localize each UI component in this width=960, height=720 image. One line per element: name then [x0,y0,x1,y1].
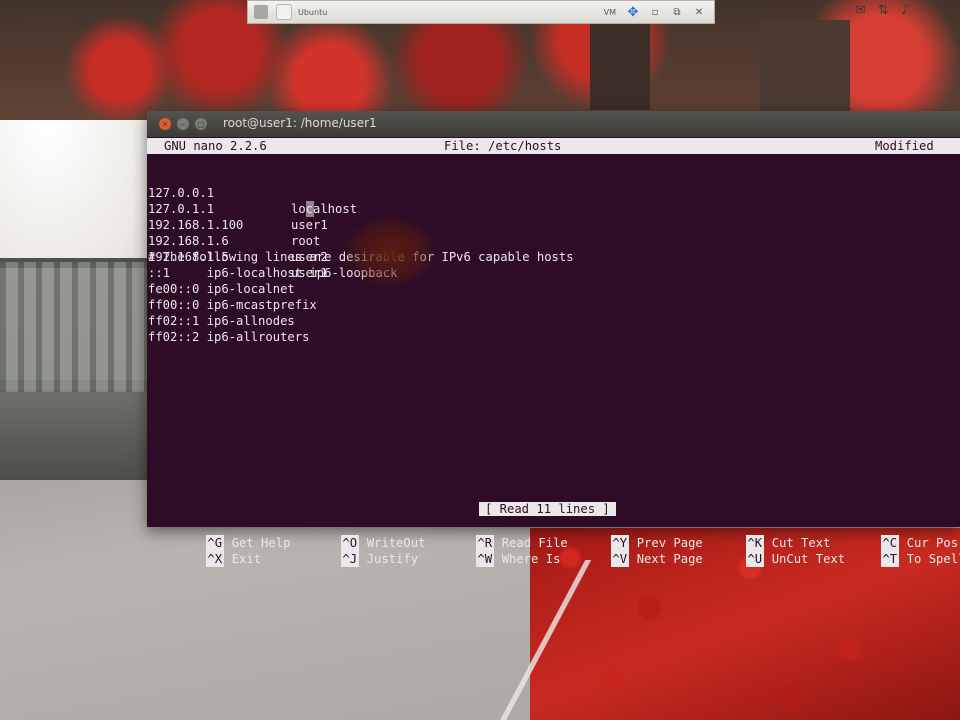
fullscreen-icon[interactable]: ▫ [648,5,662,19]
shortcut-key: ^T [880,551,899,567]
wallpaper-railing [0,262,148,392]
shortcut-key: ^W [475,551,494,567]
shortcut-where-is[interactable]: ^W Where Is [417,535,560,567]
close-icon[interactable]: ✕ [692,5,706,19]
shortcut-key: ^V [610,551,629,567]
hosts-line[interactable]: 192.168.1.5 user1 [147,233,328,280]
window-title: root@user1: /home/user1 [223,116,377,130]
shortcut-key: ^U [745,551,764,567]
hosts-line[interactable]: 127.0.0.1 localhost [147,169,357,216]
shortcut-key: ^X [205,551,224,567]
volume-icon[interactable]: ♪ [901,3,909,18]
hosts-line[interactable]: ff02::2 ip6-allrouters [148,329,309,345]
network-icon[interactable]: ⇅ [878,3,889,18]
terminal-area[interactable]: GNU nano 2.2.6 File: /etc/hosts Modified… [147,137,960,567]
shortcut-exit[interactable]: ^X Exit [147,535,261,567]
shortcut-prev-page[interactable]: ^Y Prev Page [552,519,703,551]
vm-title: Ubuntu [298,7,328,17]
vm-toolbar: Ubuntu VM ✥ ▫ ⧉ ✕ [247,0,715,24]
shortcut-get-help[interactable]: ^G Get Help [147,519,290,551]
nano-version: GNU nano 2.2.6 [164,139,267,153]
nano-modified-flag: Modified [875,139,934,153]
home-icon[interactable] [254,5,268,19]
shortcut-next-page[interactable]: ^V Next Page [552,535,703,567]
shortcut-cur-pos[interactable]: ^C Cur Pos [822,519,958,551]
close-window-button[interactable]: ✕ [159,118,171,130]
shortcut-key: ^J [340,551,359,567]
hosts-line[interactable]: ff00::0 ip6-mcastprefix [148,297,317,313]
shortcut-label: Justify [366,552,419,566]
hosts-line[interactable]: fe00::0 ip6-localnet [148,281,295,297]
mail-icon[interactable]: ✉ [855,3,866,18]
restore-icon[interactable]: ⧉ [670,5,684,19]
hosts-comment-line[interactable]: # The following lines are desirable for … [148,249,574,265]
vm-menu[interactable]: VM [604,8,616,17]
hosts-line[interactable]: ff02::1 ip6-allnodes [148,313,295,329]
shortcut-justify[interactable]: ^J Justify [282,535,418,567]
host-name: root [291,234,321,248]
wallpaper-tree-trunk [590,20,650,110]
shortcut-cut-text[interactable]: ^K Cut Text [687,519,830,551]
window-titlebar[interactable]: ✕ – ▢ root@user1: /home/user1 [147,111,960,137]
ubuntu-icon[interactable] [276,4,292,20]
wallpaper-path [0,390,148,480]
nano-filename: File: /etc/hosts [444,139,562,153]
shortcut-read-file[interactable]: ^R Read File [417,519,568,551]
nano-header: GNU nano 2.2.6 File: /etc/hosts Modified [147,138,960,154]
host-name: localhost [291,202,358,216]
host-name: user1 [291,218,328,232]
wallpaper-tree-trunk [760,20,850,120]
terminal-window: ✕ – ▢ root@user1: /home/user1 GNU nano 2… [147,111,960,567]
system-tray: ✉ ⇅ ♪ [855,3,909,18]
hosts-line[interactable]: 127.0.1.1 user1 [147,185,328,232]
hosts-line[interactable]: 192.168.1.100 root [147,201,320,248]
minimize-window-button[interactable]: – [177,118,189,130]
send-keys-icon[interactable]: ✥ [626,5,640,20]
nano-status-message: [ Read 11 lines ] [479,502,616,516]
shortcut-label: Exit [231,552,262,566]
text-cursor [306,201,314,217]
shortcut-writeout[interactable]: ^O WriteOut [282,519,425,551]
shortcut-to-spell[interactable]: ^T To Spell [822,535,960,567]
hosts-line[interactable]: ::1 ip6-localhost ip6-loopback [148,265,397,281]
hosts-line[interactable]: 192.168.1.6 user2 [147,217,328,264]
shortcut-label: To Spell [906,552,960,566]
maximize-window-button[interactable]: ▢ [195,118,207,130]
